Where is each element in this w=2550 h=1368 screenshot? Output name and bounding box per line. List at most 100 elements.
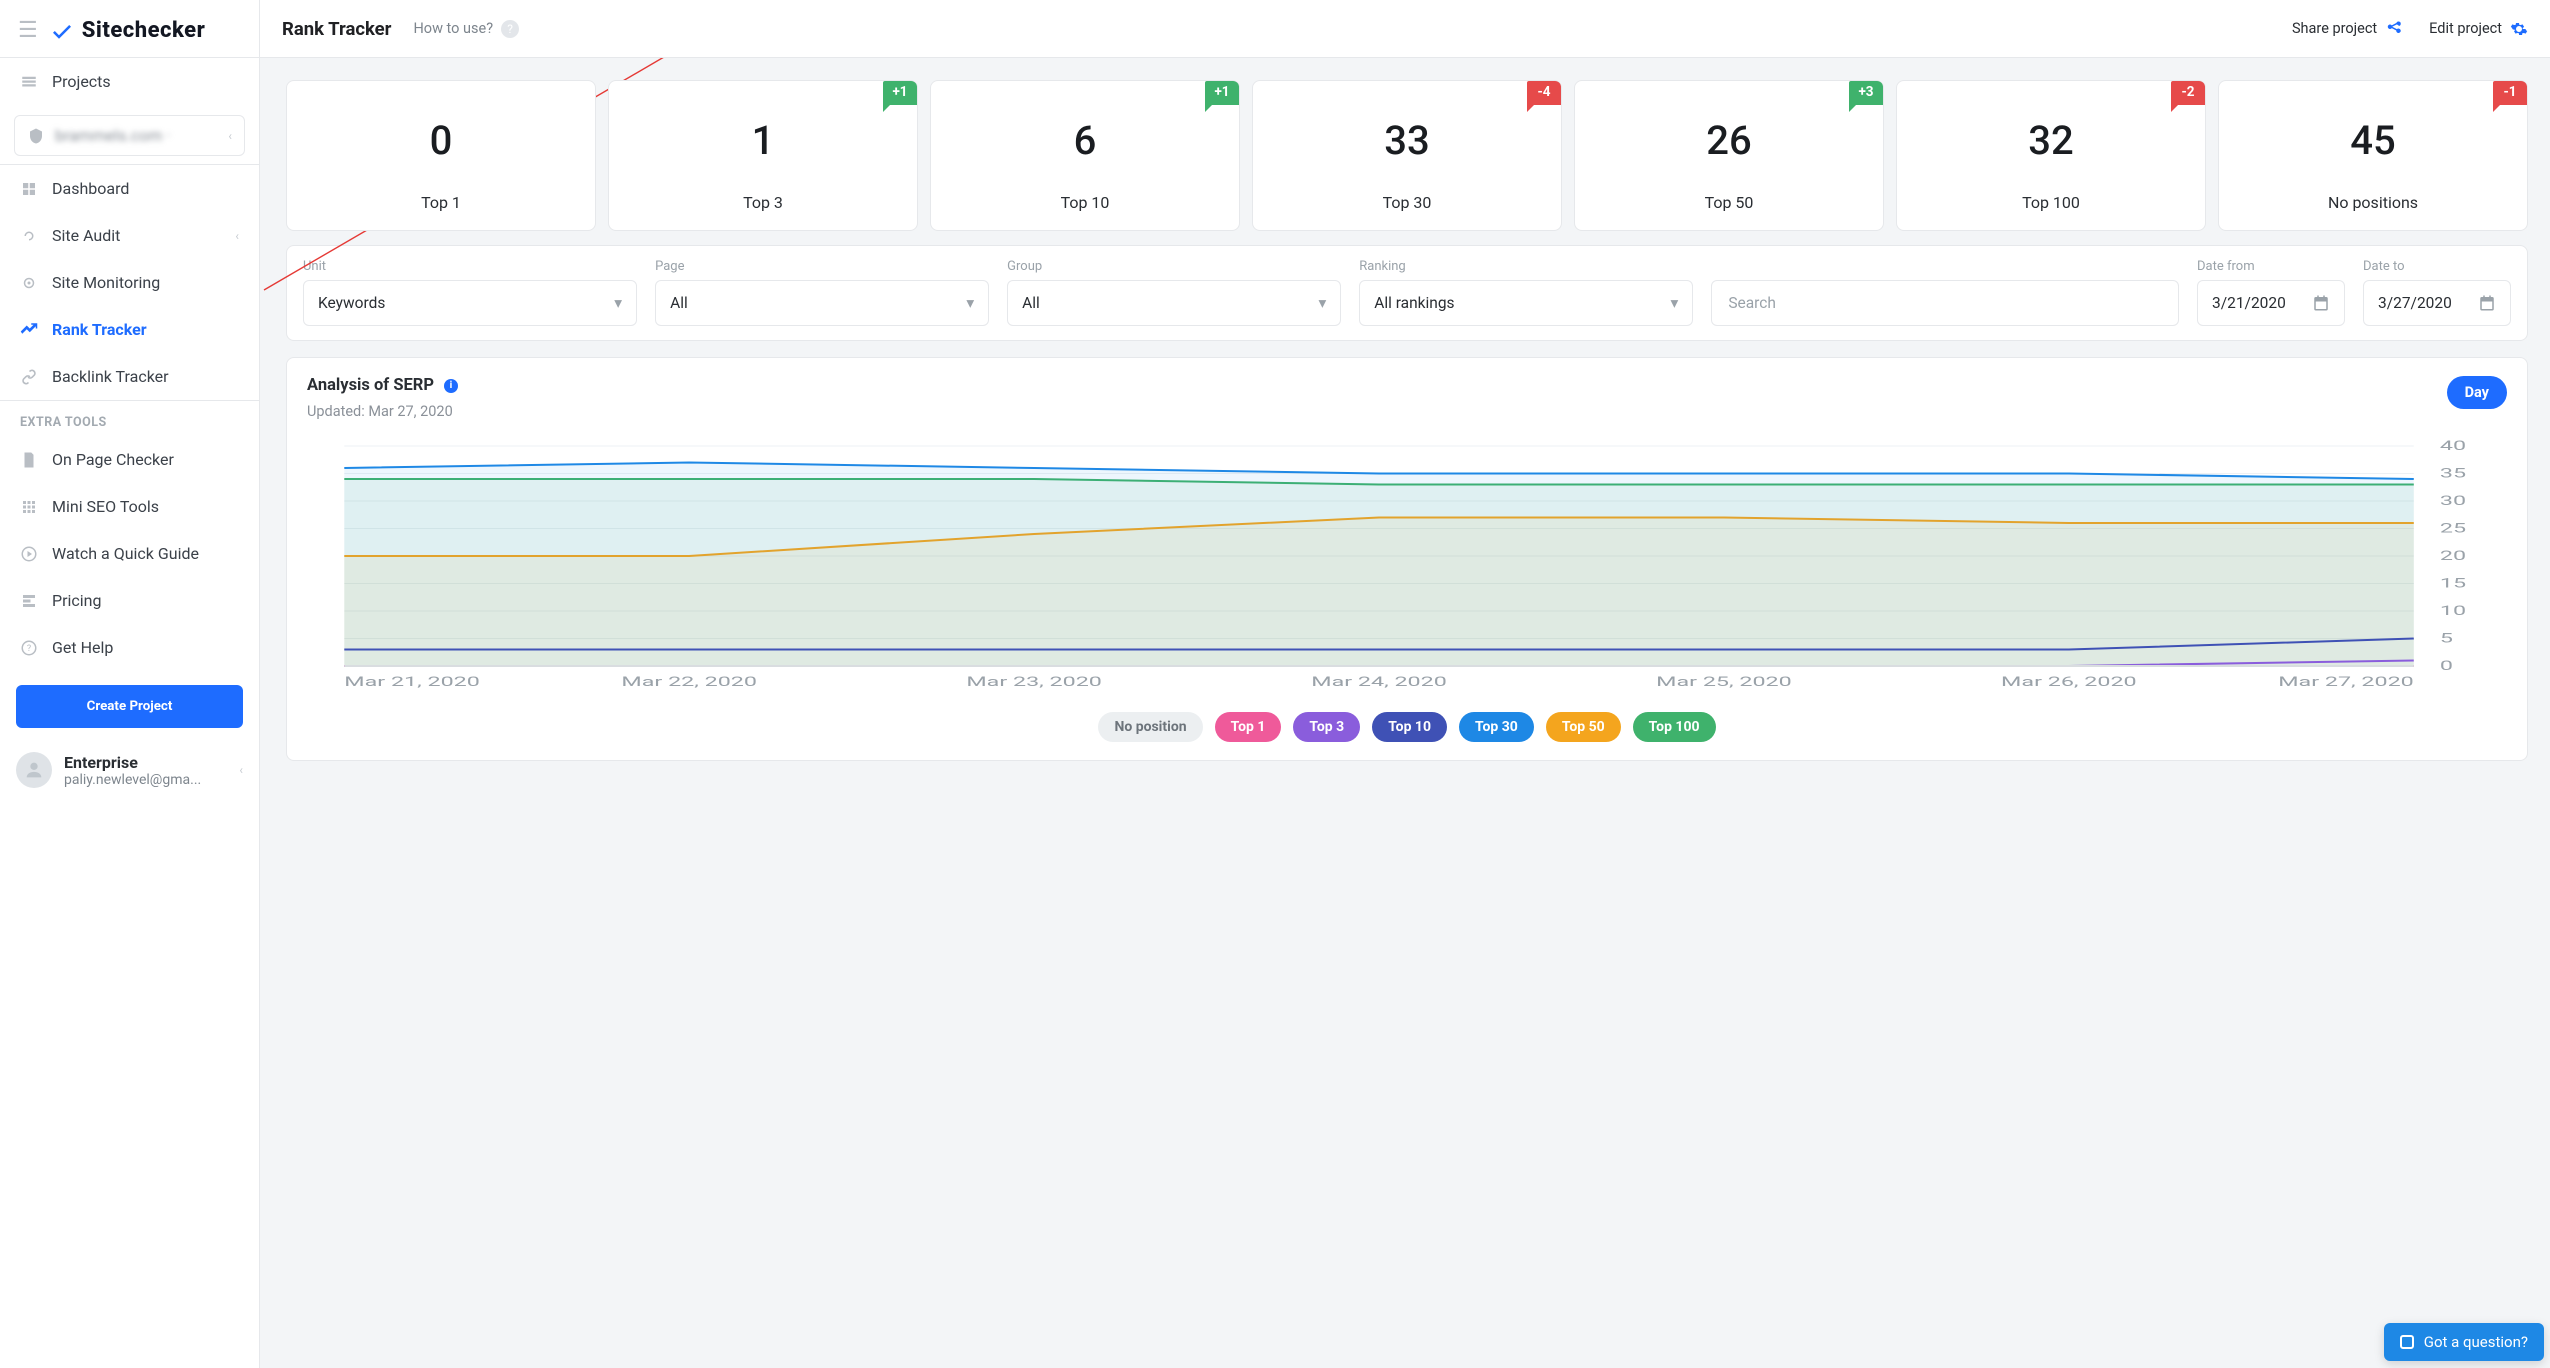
edit-label: Edit project — [2429, 20, 2502, 37]
kpi-value: 6 — [941, 119, 1229, 163]
audit-icon — [20, 227, 38, 245]
svg-text:Mar 24, 2020: Mar 24, 2020 — [1311, 675, 1447, 690]
filter-date-from-label: Date from — [2197, 259, 2345, 274]
svg-text:Mar 27, 2020: Mar 27, 2020 — [2278, 675, 2414, 690]
info-icon[interactable]: i — [444, 379, 458, 393]
chart-plot: 0510152025303540Mar 21, 2020Mar 22, 2020… — [307, 436, 2507, 696]
project-site-icon — [27, 127, 45, 145]
date-to-picker[interactable]: 3/27/2020 — [2363, 280, 2511, 326]
sidebar-item-backlink-tracker[interactable]: Backlink Tracker — [0, 353, 259, 400]
legend-chip[interactable]: Top 10 — [1372, 712, 1447, 742]
sidebar-item-label: Backlink Tracker — [52, 367, 169, 386]
price-icon — [20, 592, 38, 610]
chevron-down-icon: ▾ — [1671, 294, 1679, 312]
sidebar-item-get-help[interactable]: ?Get Help — [0, 624, 259, 671]
sidebar-item-rank-tracker[interactable]: Rank Tracker — [0, 306, 259, 353]
calendar-icon — [2478, 294, 2496, 312]
kpi-card[interactable]: +326Top 50 — [1574, 80, 1884, 231]
search-input-wrap[interactable] — [1711, 280, 2179, 326]
sidebar-item-label: Dashboard — [52, 179, 129, 198]
chevron-down-icon: ▾ — [614, 294, 622, 312]
filter-unit-label: Unit — [303, 259, 637, 274]
kpi-delta-badge: +1 — [883, 81, 917, 105]
kpi-delta-badge: +3 — [1849, 81, 1883, 105]
sidebar-item-label: Rank Tracker — [52, 320, 147, 339]
kpi-card[interactable]: +16Top 10 — [930, 80, 1240, 231]
search-input[interactable] — [1726, 293, 2164, 313]
sidebar-item-label: On Page Checker — [52, 450, 174, 469]
sidebar-item-on-page-checker[interactable]: On Page Checker — [0, 436, 259, 483]
logo-check-icon — [50, 19, 74, 43]
filter-page-select[interactable]: All ▾ — [655, 280, 989, 326]
filter-group-select[interactable]: All ▾ — [1007, 280, 1341, 326]
kpi-label: No positions — [2229, 193, 2517, 212]
kpi-card[interactable]: -433Top 30 — [1252, 80, 1562, 231]
sidebar-section-label: EXTRA TOOLS — [0, 401, 259, 436]
chat-widget[interactable]: Got a question? — [2384, 1323, 2544, 1361]
chart-updated: Updated: Mar 27, 2020 — [307, 403, 458, 420]
svg-text:35: 35 — [2440, 466, 2466, 481]
how-to-use-link[interactable]: How to use? ? — [413, 20, 519, 38]
brand[interactable]: Sitechecker — [50, 18, 206, 43]
share-project-button[interactable]: Share project — [2292, 20, 2403, 38]
projects-icon — [20, 73, 38, 91]
sidebar-item-projects[interactable]: Projects — [0, 58, 259, 105]
rank-icon — [20, 321, 38, 339]
filter-unit-select[interactable]: Keywords ▾ — [303, 280, 637, 326]
svg-text:Mar 22, 2020: Mar 22, 2020 — [621, 675, 757, 690]
svg-text:0: 0 — [2440, 659, 2453, 674]
kpi-card[interactable]: -145No positions — [2218, 80, 2528, 231]
sidebar-item-label: Mini SEO Tools — [52, 497, 159, 516]
svg-text:30: 30 — [2440, 494, 2466, 509]
page-title: Rank Tracker — [282, 18, 391, 40]
svg-text:25: 25 — [2440, 521, 2466, 536]
svg-text:Mar 23, 2020: Mar 23, 2020 — [966, 675, 1102, 690]
kpi-label: Top 30 — [1263, 193, 1551, 212]
svg-text:15: 15 — [2440, 576, 2466, 591]
sidebar: ☰ Sitechecker Projects brammels.com · ‹ … — [0, 0, 260, 1368]
kpi-delta-badge: -4 — [1527, 81, 1561, 105]
sidebar-item-site-monitoring[interactable]: Site Monitoring — [0, 259, 259, 306]
chat-icon — [2400, 1335, 2414, 1349]
legend-chip[interactable]: No position — [1098, 712, 1202, 742]
sidebar-item-site-audit[interactable]: Site Audit‹ — [0, 212, 259, 259]
filter-ranking-select[interactable]: All rankings ▾ — [1359, 280, 1693, 326]
chevron-left-icon: ‹ — [228, 129, 232, 143]
legend-chip[interactable]: Top 3 — [1293, 712, 1360, 742]
play-icon — [20, 545, 38, 563]
kpi-label: Top 3 — [619, 193, 907, 212]
filter-date-to-label: Date to — [2363, 259, 2511, 274]
svg-text:40: 40 — [2440, 439, 2466, 454]
kpi-value: 32 — [1907, 119, 2195, 163]
kpi-delta-badge: -1 — [2493, 81, 2527, 105]
svg-text:5: 5 — [2440, 631, 2453, 646]
create-project-button[interactable]: Create Project — [16, 685, 243, 728]
kpi-label: Top 100 — [1907, 193, 2195, 212]
kpi-card[interactable]: 0Top 1 — [286, 80, 596, 231]
chevron-left-icon: ‹ — [239, 763, 243, 777]
date-from-picker[interactable]: 3/21/2020 — [2197, 280, 2345, 326]
kpi-card[interactable]: -232Top 100 — [1896, 80, 2206, 231]
grid-icon — [20, 498, 38, 516]
menu-icon[interactable]: ☰ — [18, 20, 38, 42]
monitoring-icon — [20, 274, 38, 292]
project-selector[interactable]: brammels.com · ‹ — [14, 115, 245, 156]
sidebar-item-mini-seo-tools[interactable]: Mini SEO Tools — [0, 483, 259, 530]
brand-name: Sitechecker — [82, 18, 206, 43]
legend-chip[interactable]: Top 1 — [1215, 712, 1282, 742]
svg-text:10: 10 — [2440, 604, 2466, 619]
sidebar-item-watch-a-quick-guide[interactable]: Watch a Quick Guide — [0, 530, 259, 577]
legend-chip[interactable]: Top 30 — [1459, 712, 1534, 742]
time-range-pill[interactable]: Day — [2447, 376, 2507, 409]
avatar-icon — [16, 752, 52, 788]
kpi-card[interactable]: +11Top 3 — [608, 80, 918, 231]
chart-legend: No position Top 1 Top 3 Top 10 Top 30 Top 50 T… — [307, 712, 2507, 742]
legend-chip[interactable]: Top 100 — [1633, 712, 1716, 742]
kpi-cards-row: 0Top 1+11Top 3+16Top 10-433Top 30+326Top… — [286, 80, 2528, 231]
sidebar-item-dashboard[interactable]: Dashboard — [0, 165, 259, 212]
sidebar-item-pricing[interactable]: Pricing — [0, 577, 259, 624]
edit-project-button[interactable]: Edit project — [2429, 20, 2528, 38]
filter-ranking-value: All rankings — [1374, 294, 1454, 312]
legend-chip[interactable]: Top 50 — [1546, 712, 1621, 742]
user-account-row[interactable]: Enterprise paliy.newlevel@gma... ‹ — [0, 742, 259, 806]
